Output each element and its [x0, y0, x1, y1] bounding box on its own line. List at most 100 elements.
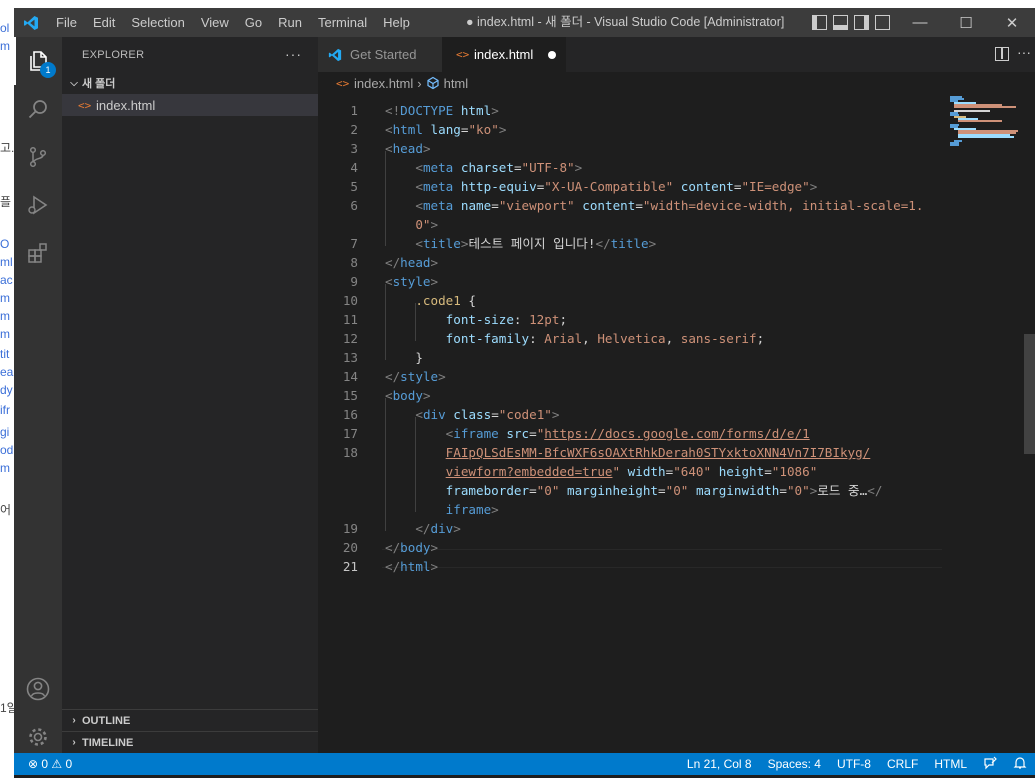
accounts-icon[interactable] — [14, 665, 62, 713]
code-line[interactable]: 1 <!DOCTYPE html> — [318, 101, 958, 120]
code-token: charset — [460, 160, 514, 175]
code-text: <style> — [385, 272, 438, 291]
code-line[interactable]: 15 <body> — [318, 386, 958, 405]
code-line[interactable]: 13 } — [318, 348, 958, 367]
code-line[interactable]: 18 FAIpQLSdEsMM-BfcWXF6sOAXtRhkDerah0STY… — [318, 443, 958, 462]
language-mode[interactable]: HTML — [926, 757, 975, 771]
cursor-position[interactable]: Ln 21, Col 8 — [679, 757, 760, 771]
menu-run[interactable]: Run — [270, 8, 310, 37]
breadcrumb-symbol[interactable]: html — [444, 76, 469, 91]
file-item-index-html[interactable]: <> index.html — [62, 94, 318, 116]
code-line[interactable]: 7 <title>테스트 페이지 입니다!</title> — [318, 234, 958, 253]
code-line[interactable]: 2 <html lang="ko"> — [318, 120, 958, 139]
run-debug-icon[interactable] — [14, 181, 62, 229]
code-line[interactable]: 16 <div class="code1"> — [318, 405, 958, 424]
menu-file[interactable]: File — [48, 8, 85, 37]
line-number: 1 — [350, 103, 358, 118]
menu-help[interactable]: Help — [375, 8, 418, 37]
code-line[interactable]: 9 <style> — [318, 272, 958, 291]
toggle-panel-icon[interactable] — [833, 15, 848, 30]
code-line[interactable]: 12 font-family: Arial, Helvetica, sans-s… — [318, 329, 958, 348]
code-line[interactable]: 6 <meta name="viewport" content="width=d… — [318, 196, 958, 215]
indentation[interactable]: Spaces: 4 — [760, 757, 829, 771]
feedback-icon[interactable] — [975, 756, 1005, 773]
notifications-bell-icon[interactable] — [1005, 756, 1035, 773]
code-line[interactable]: 4 <meta charset="UTF-8"> — [318, 158, 958, 177]
breadcrumb-file[interactable]: index.html — [354, 76, 413, 91]
minimize-icon[interactable]: — — [897, 8, 943, 37]
code-line[interactable]: 11 font-size: 12pt; — [318, 310, 958, 329]
code-token: ; — [559, 312, 568, 327]
tab-get-started[interactable]: Get Started — [318, 37, 442, 72]
code-token: "ko" — [468, 122, 499, 137]
code-token: </ — [415, 521, 431, 536]
code-token: = — [764, 464, 772, 479]
explorer-more-button[interactable]: ··· — [285, 46, 302, 62]
code-line[interactable]: 3 <head> — [318, 139, 958, 158]
explorer-icon[interactable]: 1 — [14, 37, 62, 85]
code-token: .code1 — [415, 293, 461, 308]
code-line[interactable]: frameborder="0" marginheight="0" marginw… — [318, 481, 958, 500]
code-token: 테스트 페이지 입니다! — [468, 236, 596, 251]
outline-section[interactable]: › OUTLINE — [62, 709, 318, 731]
code-line[interactable]: 5 <meta http-equiv="X-UA-Compatible" con… — [318, 177, 958, 196]
folder-root[interactable]: ⌵ 새 폴더 — [62, 72, 318, 94]
code-line[interactable]: viewform?embedded=true" width = "640" heig… — [318, 462, 958, 481]
toggle-sidebar-icon[interactable] — [812, 15, 827, 30]
code-token: "IE=edge" — [741, 179, 810, 194]
timeline-section[interactable]: › TIMELINE — [62, 731, 318, 753]
menu-go[interactable]: Go — [237, 8, 270, 37]
menu-selection[interactable]: Selection — [123, 8, 192, 37]
code-line[interactable]: 0"> — [318, 215, 958, 234]
code-line[interactable]: iframe> — [318, 500, 958, 519]
code-token: style — [392, 274, 431, 289]
line-number: 3 — [350, 141, 358, 156]
code-line[interactable]: 17 <iframe src="https://docs.google.com/… — [318, 424, 958, 443]
code-line[interactable]: 8 </head> — [318, 253, 958, 272]
code-line[interactable]: 10 .code1 { — [318, 291, 958, 310]
menu-terminal[interactable]: Terminal — [310, 8, 375, 37]
code-line[interactable]: 19 </div> — [318, 519, 958, 538]
problems-indicator[interactable]: ⊗ 0 ⚠ 0 — [28, 753, 72, 775]
tab-label: index.html — [474, 47, 534, 62]
code-token: "640" — [673, 464, 712, 479]
search-icon[interactable] — [14, 85, 62, 133]
line-ending[interactable]: CRLF — [879, 757, 926, 771]
vertical-scrollbar[interactable] — [1024, 334, 1035, 454]
minimap[interactable] — [950, 94, 1024, 154]
unsaved-dot-icon[interactable] — [548, 51, 556, 59]
symbol-element-icon — [426, 76, 439, 90]
code-text: FAIpQLSdEsMM-BfcWXF6sOAXtRhkDerah0STYxkt… — [385, 443, 871, 462]
editor-more-button[interactable]: ··· — [1017, 44, 1031, 60]
close-icon[interactable]: ✕ — [989, 8, 1035, 37]
tab-index-html[interactable]: <> index.html — [442, 37, 566, 72]
code-token: 로드 중… — [817, 483, 868, 498]
chevron-down-icon: ⌵ — [70, 77, 78, 89]
code-line[interactable]: 14 </style> — [318, 367, 958, 386]
encoding[interactable]: UTF-8 — [829, 757, 879, 771]
menu-view[interactable]: View — [193, 8, 237, 37]
menu-edit[interactable]: Edit — [85, 8, 123, 37]
code-line[interactable]: 21 </html> — [318, 557, 958, 576]
code-text: <body> — [385, 386, 431, 405]
split-editor-icon[interactable] — [995, 47, 1009, 61]
code-editor[interactable]: 1 <!DOCTYPE html> 2 <html lang="ko"> 3 <head>… — [318, 94, 1035, 753]
code-token: = — [529, 426, 537, 441]
code-text: <meta charset="UTF-8"> — [385, 158, 582, 177]
customize-layout-icon[interactable] — [875, 15, 890, 30]
code-line[interactable]: 20 </body> — [318, 538, 958, 557]
code-text: font-size: 12pt; — [385, 310, 567, 329]
code-text: font-family: Arial, Helvetica, sans-seri… — [385, 329, 765, 348]
maximize-icon[interactable]: ☐ — [943, 8, 989, 37]
toggle-secondary-sidebar-icon[interactable] — [854, 15, 869, 30]
line-number: 21 — [342, 559, 358, 574]
code-token: </ — [385, 540, 401, 555]
code-token: > — [438, 369, 446, 384]
code-token: height — [718, 464, 765, 479]
source-control-icon[interactable] — [14, 133, 62, 181]
extensions-icon[interactable] — [14, 229, 62, 277]
